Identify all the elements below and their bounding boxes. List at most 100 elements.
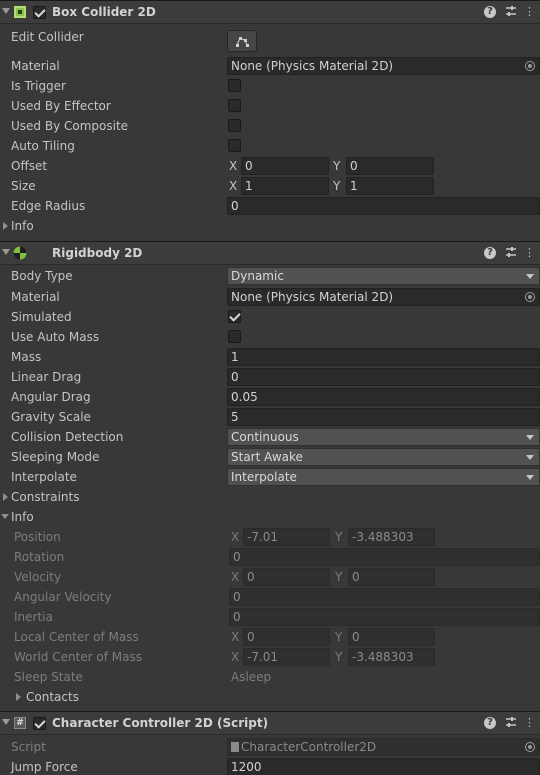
- auto-tiling-checkbox[interactable]: [228, 139, 241, 152]
- edit-collider-icon: [236, 37, 249, 47]
- box-collider-icon: [14, 6, 26, 18]
- edge-radius-row: Edge Radius 0: [0, 196, 540, 216]
- foldout-arrow-icon[interactable]: [3, 222, 8, 230]
- world-com-x-field: -7.01: [243, 648, 330, 666]
- used-by-composite-row: Used By Composite: [0, 116, 540, 136]
- auto-tiling-row: Auto Tiling: [0, 136, 540, 156]
- fold-arrow-icon[interactable]: [2, 249, 10, 255]
- rotation-label: Rotation: [14, 550, 65, 564]
- simulated-checkbox[interactable]: [228, 310, 241, 323]
- rotation-row: Rotation 0: [0, 547, 540, 567]
- component-title: Box Collider 2D: [52, 5, 156, 19]
- use-auto-mass-checkbox[interactable]: [228, 330, 241, 343]
- enable-checkbox[interactable]: [33, 6, 46, 19]
- fold-arrow-icon[interactable]: [2, 8, 10, 14]
- foldout-arrow-icon[interactable]: [3, 493, 8, 501]
- body-type-dropdown[interactable]: Dynamic: [227, 267, 540, 285]
- preset-icon[interactable]: [504, 716, 518, 730]
- material-label: Material: [11, 290, 60, 304]
- edit-collider-label: Edit Collider: [11, 30, 84, 44]
- script-file-icon: [231, 742, 239, 752]
- gravity-scale-field[interactable]: 5: [227, 408, 540, 426]
- world-com-label: World Center of Mass: [14, 650, 142, 664]
- position-label: Position: [14, 530, 61, 544]
- mass-field[interactable]: 1: [227, 348, 540, 366]
- kebab-menu-icon[interactable]: ⋮: [524, 716, 535, 730]
- enable-checkbox[interactable]: [33, 717, 46, 730]
- jump-force-field[interactable]: 1200: [227, 758, 540, 775]
- offset-x-field[interactable]: 0: [241, 157, 329, 175]
- chevron-down-icon: [526, 475, 534, 480]
- foldout-arrow-icon[interactable]: [1, 514, 9, 519]
- offset-x-label[interactable]: X: [229, 159, 237, 173]
- offset-y-field[interactable]: 0: [346, 157, 434, 175]
- info-label: Info: [11, 510, 34, 524]
- velocity-x-field: 0: [243, 568, 330, 586]
- size-label: Size: [11, 179, 36, 193]
- help-icon[interactable]: ?: [484, 247, 496, 259]
- velocity-x-label: X: [231, 570, 240, 584]
- help-icon[interactable]: ?: [484, 6, 496, 18]
- chevron-down-icon: [526, 455, 534, 460]
- interpolate-row: Interpolate Interpolate: [0, 467, 540, 487]
- size-y-field[interactable]: 1: [346, 177, 434, 195]
- contacts-foldout[interactable]: Contacts: [0, 687, 540, 707]
- sleeping-mode-dropdown[interactable]: Start Awake: [227, 448, 540, 466]
- script-hash-icon: #: [14, 717, 26, 729]
- collider-info-foldout[interactable]: Info: [0, 216, 540, 236]
- fold-arrow-icon[interactable]: [2, 719, 10, 725]
- character-controller-header[interactable]: # Character Controller 2D (Script) ? ⋮: [0, 711, 540, 735]
- size-x-field[interactable]: 1: [241, 177, 329, 195]
- foldout-arrow-icon[interactable]: [16, 693, 21, 701]
- rb-material-row: Material None (Physics Material 2D): [0, 287, 540, 307]
- angular-drag-label: Angular Drag: [11, 390, 91, 404]
- angular-drag-field[interactable]: 0.05: [227, 388, 540, 406]
- help-icon[interactable]: ?: [484, 717, 496, 729]
- collision-detection-dropdown[interactable]: Continuous: [227, 428, 540, 446]
- material-field[interactable]: None (Physics Material 2D): [227, 57, 540, 75]
- local-com-x-field: 0: [243, 628, 330, 646]
- material-field[interactable]: None (Physics Material 2D): [227, 288, 540, 306]
- sleeping-mode-row: Sleeping Mode Start Awake: [0, 447, 540, 467]
- edge-radius-field[interactable]: 0: [227, 197, 540, 215]
- component-title: Rigidbody 2D: [52, 246, 143, 260]
- rigidbody-icon: [13, 246, 27, 260]
- position-row: Position X -7.01 Y -3.488303: [0, 527, 540, 547]
- is-trigger-checkbox[interactable]: [228, 79, 241, 92]
- object-picker-icon[interactable]: [525, 292, 535, 302]
- used-by-composite-label: Used By Composite: [11, 119, 129, 133]
- script-field[interactable]: CharacterController2D: [227, 738, 540, 756]
- box-collider-header[interactable]: Box Collider 2D ? ⋮: [0, 0, 540, 24]
- rb-info-foldout[interactable]: Info: [0, 507, 540, 527]
- velocity-row: Velocity X 0 Y 0: [0, 567, 540, 587]
- constraints-foldout[interactable]: Constraints: [0, 487, 540, 507]
- size-x-label[interactable]: X: [229, 179, 237, 193]
- used-by-composite-checkbox[interactable]: [228, 119, 241, 132]
- body-type-label: Body Type: [11, 269, 73, 283]
- collision-detection-value: Continuous: [231, 430, 299, 444]
- local-com-x-label: X: [231, 630, 240, 644]
- collision-detection-row: Collision Detection Continuous: [0, 427, 540, 447]
- rigidbody-header[interactable]: Rigidbody 2D ? ⋮: [0, 241, 540, 265]
- used-by-effector-checkbox[interactable]: [228, 99, 241, 112]
- interpolate-dropdown[interactable]: Interpolate: [227, 468, 540, 486]
- edit-collider-button[interactable]: [227, 30, 257, 52]
- object-picker-icon[interactable]: [525, 61, 535, 71]
- linear-drag-field[interactable]: 0: [227, 368, 540, 386]
- preset-icon[interactable]: [504, 5, 518, 19]
- size-y-label[interactable]: Y: [333, 179, 340, 193]
- position-y-label: Y: [335, 530, 343, 544]
- local-com-y-label: Y: [335, 630, 343, 644]
- inertia-field: 0: [229, 608, 540, 626]
- linear-drag-label: Linear Drag: [11, 370, 82, 384]
- simulated-label: Simulated: [11, 310, 72, 324]
- body-type-value: Dynamic: [231, 269, 284, 283]
- angular-velocity-label: Angular Velocity: [14, 590, 112, 604]
- preset-icon[interactable]: [504, 246, 518, 260]
- auto-tiling-label: Auto Tiling: [11, 139, 75, 153]
- size-row: Size X 1 Y 1: [0, 176, 540, 196]
- offset-y-label[interactable]: Y: [333, 159, 340, 173]
- use-auto-mass-label: Use Auto Mass: [11, 330, 100, 344]
- kebab-menu-icon[interactable]: ⋮: [524, 5, 535, 19]
- kebab-menu-icon[interactable]: ⋮: [524, 246, 535, 260]
